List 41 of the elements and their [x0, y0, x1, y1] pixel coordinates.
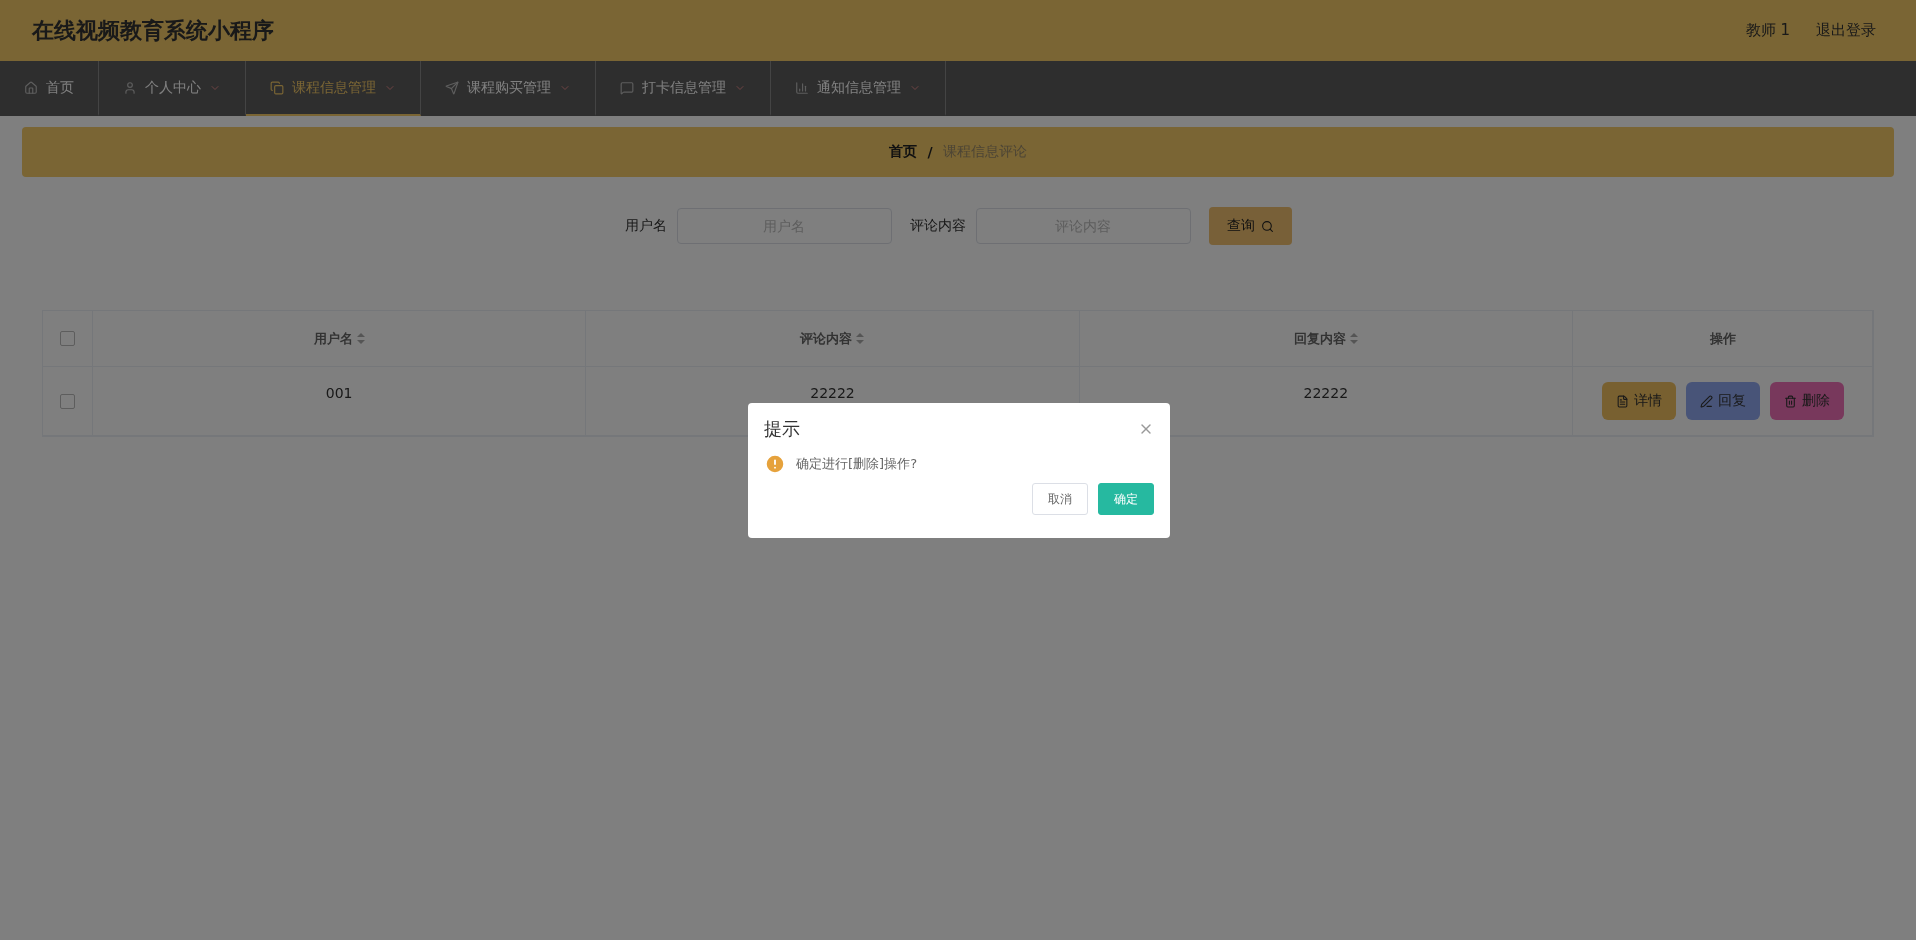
breadcrumb-separator: / — [927, 144, 933, 160]
action-button[interactable]: 详情 — [1601, 382, 1676, 420]
bar-chart-icon — [795, 80, 809, 95]
pen-icon — [1699, 394, 1713, 408]
checkbox[interactable] — [60, 393, 75, 409]
warning-icon — [764, 453, 786, 475]
column-header: 回复内容 — [1293, 329, 1346, 348]
trash-icon — [1783, 394, 1797, 408]
app-title: 在线视频教育系统小程序 — [32, 16, 274, 45]
cancel-button[interactable]: 取消 — [1032, 483, 1088, 515]
breadcrumb-link[interactable]: 首页 — [889, 143, 918, 161]
dialog-message: 确定进行[删除]操作? — [796, 455, 918, 473]
document-icon — [1615, 394, 1629, 408]
column-header: 操作 — [1709, 329, 1736, 348]
chat-icon — [620, 80, 634, 95]
checkbox[interactable] — [60, 331, 75, 346]
nav-tab[interactable]: 课程购买管理 — [421, 61, 596, 116]
nav-tab[interactable]: 首页 — [0, 61, 99, 116]
confirm-button[interactable]: 确定 — [1098, 483, 1154, 515]
nav-tab[interactable]: 个人中心 — [99, 61, 246, 116]
search-button[interactable]: 查询 — [1208, 207, 1292, 245]
logout-link[interactable]: 退出登录 — [1816, 21, 1876, 40]
send-icon — [445, 80, 459, 95]
action-button[interactable]: 删除 — [1769, 382, 1844, 420]
user-name: 教师 1 — [1745, 21, 1790, 40]
nav-tab[interactable]: 课程信息管理 — [246, 61, 421, 116]
field-label: 用户名 — [624, 217, 667, 235]
table-cell: 22222 — [810, 385, 855, 401]
search-icon — [1260, 219, 1274, 233]
user-icon — [123, 80, 137, 95]
table-cell: 001 — [325, 385, 353, 401]
home-icon — [24, 80, 38, 95]
column-header: 评论内容 — [800, 329, 853, 348]
nav-tab[interactable]: 打卡信息管理 — [596, 61, 771, 116]
copy-icon — [270, 80, 284, 95]
column-header: 用户名 — [313, 329, 353, 348]
table-cell: 22222 — [1303, 385, 1349, 401]
dialog-title: 提示 — [764, 417, 800, 441]
action-button[interactable]: 回复 — [1685, 382, 1760, 420]
field-label: 评论内容 — [909, 217, 966, 235]
nav-tab[interactable]: 通知信息管理 — [771, 61, 946, 116]
